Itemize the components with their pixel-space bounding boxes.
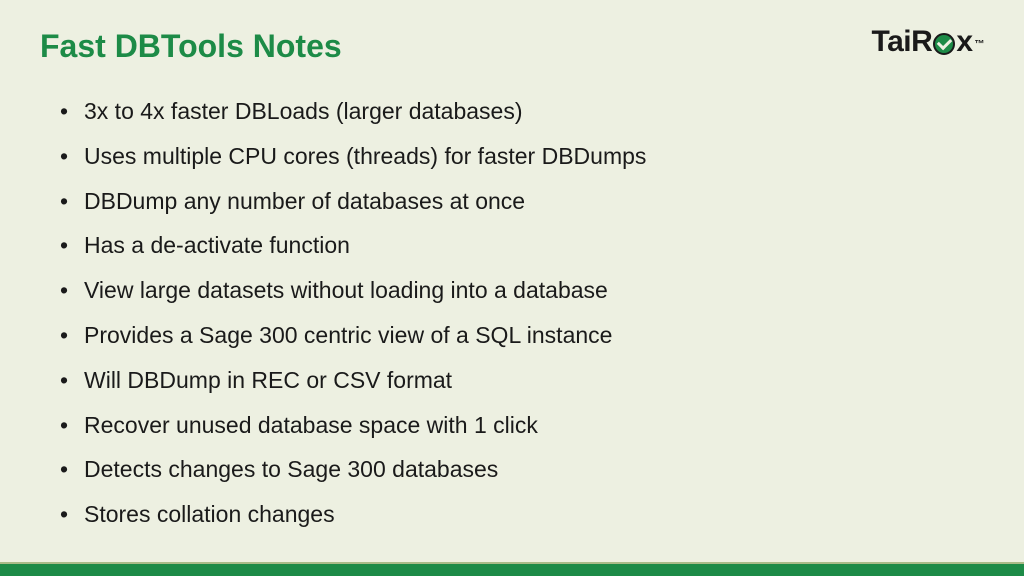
- checkmark-icon: [933, 33, 955, 55]
- footer-accent-bar: [0, 562, 1024, 576]
- list-item: Detects changes to Sage 300 databases: [60, 451, 984, 488]
- list-item: DBDump any number of databases at once: [60, 183, 984, 220]
- list-item: Recover unused database space with 1 cli…: [60, 407, 984, 444]
- tairox-logo: TaiR x ™: [872, 25, 984, 59]
- trademark-symbol: ™: [975, 39, 985, 50]
- list-item: Has a de-activate function: [60, 227, 984, 264]
- slide-container: Fast DBTools Notes TaiR x ™ 3x to 4x fas…: [0, 0, 1024, 576]
- bullet-list: 3x to 4x faster DBLoads (larger database…: [60, 93, 984, 533]
- list-item: Provides a Sage 300 centric view of a SQ…: [60, 317, 984, 354]
- list-item: 3x to 4x faster DBLoads (larger database…: [60, 93, 984, 130]
- slide-content: 3x to 4x faster DBLoads (larger database…: [40, 93, 984, 533]
- list-item: Uses multiple CPU cores (threads) for fa…: [60, 138, 984, 175]
- slide-title: Fast DBTools Notes: [40, 28, 342, 65]
- list-item: Stores collation changes: [60, 496, 984, 533]
- slide-header: Fast DBTools Notes TaiR x ™: [40, 28, 984, 65]
- logo-text-part1: TaiR: [872, 25, 933, 59]
- list-item: Will DBDump in REC or CSV format: [60, 362, 984, 399]
- logo-text-part2: x: [956, 25, 972, 59]
- list-item: View large datasets without loading into…: [60, 272, 984, 309]
